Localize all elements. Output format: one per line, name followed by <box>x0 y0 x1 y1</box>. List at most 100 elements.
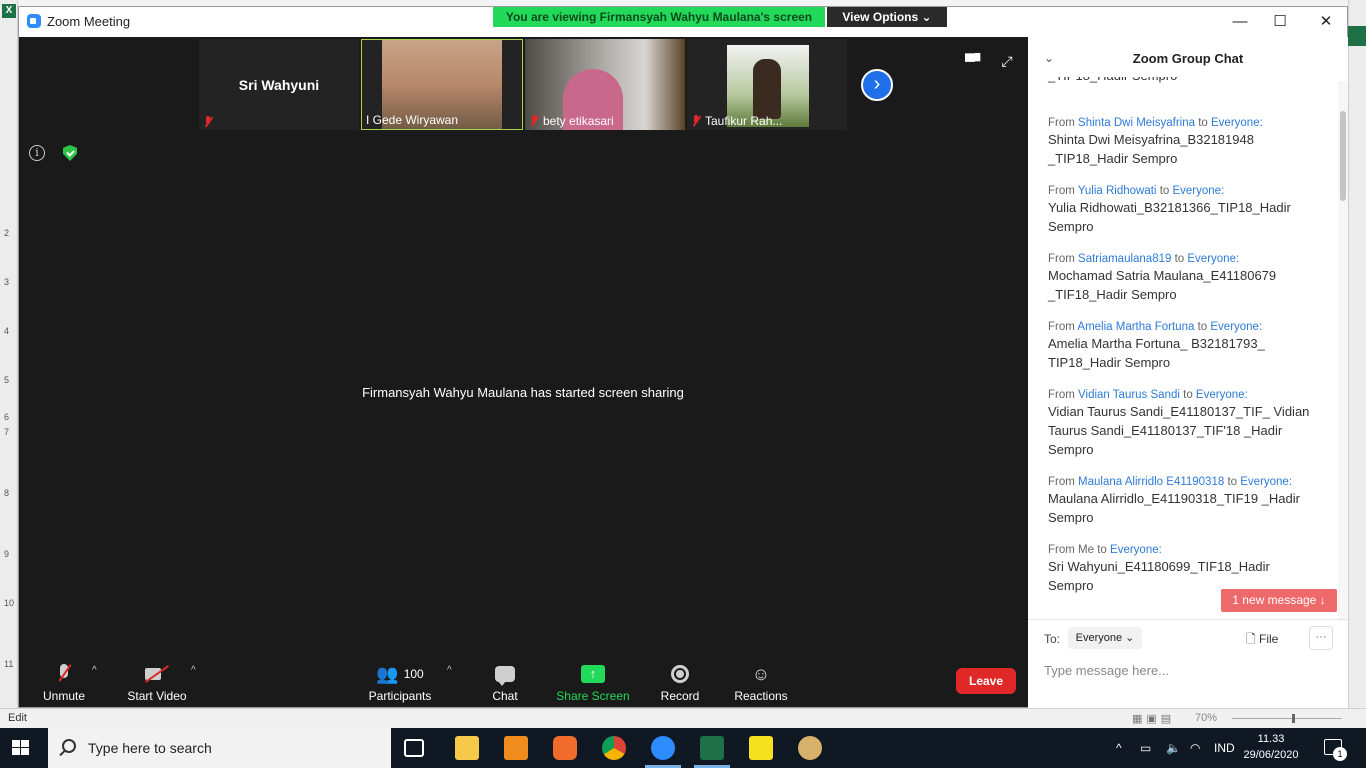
search-icon <box>62 739 76 753</box>
chat-button[interactable]: Chat <box>485 661 525 703</box>
chat-message: From Satriamaulana819 to Everyone: Mocham… <box>1048 253 1318 304</box>
video-tile[interactable]: Taufikur Rah... <box>687 39 847 130</box>
sublime-text-icon[interactable] <box>504 736 528 760</box>
excel-zoom-knob[interactable] <box>1292 714 1295 723</box>
video-tile[interactable]: Sri Wahyuni <box>199 39 359 130</box>
file-explorer-icon[interactable] <box>455 736 479 760</box>
start-video-label: Start Video <box>127 689 187 703</box>
chat-message-meta: From Vidian Taurus Sandi to Everyone: <box>1048 389 1318 401</box>
from-word: From <box>1048 544 1075 556</box>
chat-recipient: Everyone: <box>1195 389 1248 401</box>
excel-taskbar-icon[interactable] <box>700 736 724 760</box>
chevron-up-icon[interactable]: ^ <box>1116 741 1122 755</box>
video-tile[interactable]: bety etikasari <box>525 39 685 130</box>
sticky-notes-icon[interactable] <box>749 736 773 760</box>
wifi-icon[interactable]: ◠ <box>1190 741 1200 755</box>
participant-name: Sri Wahyuni <box>238 77 320 93</box>
muted-mic-icon <box>529 115 539 127</box>
new-message-indicator[interactable]: 1 new message ↓ <box>1221 589 1337 612</box>
new-message-label: 1 new message <box>1232 593 1317 607</box>
chat-sender[interactable]: Shinta Dwi Meisyafrina <box>1078 117 1195 129</box>
battery-icon[interactable]: ▭ <box>1140 741 1151 755</box>
taskbar-clock[interactable]: 11.33 29/06/2020 <box>1240 731 1302 763</box>
windows-start-button[interactable] <box>12 740 30 756</box>
file-label: File <box>1259 632 1279 646</box>
excel-view-buttons[interactable]: ▦▣▤ <box>1132 712 1175 725</box>
record-icon <box>671 665 689 683</box>
chat-message-input[interactable] <box>1044 660 1324 680</box>
xampp-icon[interactable] <box>553 736 577 760</box>
chat-sender[interactable]: Me <box>1078 544 1094 556</box>
chat-message-text: Yulia Ridhowati_B32181366_TIP18_Hadir Se… <box>1048 200 1291 234</box>
more-options-button[interactable]: ··· <box>1309 626 1333 650</box>
from-word: From <box>1048 321 1075 333</box>
share-screen-icon: ↑ <box>581 665 605 683</box>
paint-icon[interactable] <box>798 736 822 760</box>
chat-message-list[interactable]: _TIP18_Hadir Sempro From Shinta Dwi Meisy… <box>1028 77 1338 617</box>
minimize-button[interactable]: — <box>1225 11 1255 33</box>
chevron-down-icon: ⌄ <box>921 10 932 24</box>
chat-title: Zoom Group Chat <box>1132 51 1244 66</box>
share-screen-button[interactable]: ↑ Share Screen <box>553 661 633 703</box>
input-language[interactable]: IND <box>1214 741 1235 755</box>
file-icon: 🗋 <box>1246 632 1256 646</box>
taskbar-search-box[interactable]: Type here to search <box>48 728 391 768</box>
chat-sender[interactable]: Yulia Ridhowati <box>1078 185 1157 197</box>
chat-scrollbar[interactable] <box>1338 81 1348 621</box>
next-page-button[interactable]: › <box>861 69 893 101</box>
chat-label: Chat <box>492 689 518 703</box>
excel-zoom-slider[interactable] <box>1232 718 1342 719</box>
screen-share-status: Firmansyah Wahyu Maulana has started scr… <box>362 385 684 400</box>
to-label: To: <box>1044 632 1061 646</box>
audio-options-caret[interactable]: ^ <box>92 665 97 676</box>
to-word: to <box>1198 117 1208 129</box>
muted-mic-icon <box>203 116 213 128</box>
recipient-select[interactable]: Everyone ⌄ <box>1068 627 1142 649</box>
maximize-button[interactable]: ☐ <box>1265 11 1295 33</box>
group-chat-panel: ⌄ Zoom Group Chat _TIP18_Hadir Sempro Fro… <box>1028 37 1348 708</box>
file-button[interactable]: 🗋 File <box>1246 630 1278 651</box>
view-options-label: View Options <box>842 10 919 24</box>
chat-sender[interactable]: Maulana Alirridlo E41190318 <box>1078 476 1224 488</box>
task-view-icon[interactable] <box>404 739 424 757</box>
chrome-icon[interactable] <box>602 736 626 760</box>
excel-ribbon-edge <box>1348 26 1366 46</box>
video-tile-active-speaker[interactable]: I Gede Wiryawan <box>361 39 523 130</box>
row-number: 6 <box>4 412 10 422</box>
reactions-button[interactable]: ☺ Reactions <box>731 661 791 704</box>
unmute-label: Unmute <box>42 689 86 703</box>
participants-button[interactable]: 👥 100 Participants <box>365 661 435 704</box>
recipient-value: Everyone <box>1075 632 1123 644</box>
chat-message-text: Maulana Alirridlo_E41190318_TIF19 _Hadir… <box>1048 491 1300 525</box>
layout-toggle-icon[interactable]: ▀▘ <box>965 53 986 69</box>
from-word: From <box>1048 389 1075 401</box>
view-options-button[interactable]: View Options ⌄ <box>827 7 947 27</box>
row-number: 3 <box>4 277 10 287</box>
chat-sender[interactable]: Vidian Taurus Sandi <box>1078 389 1180 401</box>
sharing-banner: You are viewing Firmansyah Wahyu Maulana… <box>493 7 825 27</box>
info-icon[interactable]: i <box>29 145 45 161</box>
chat-scroll-thumb[interactable] <box>1340 111 1346 201</box>
chat-recipient: Everyone: <box>1172 185 1225 197</box>
fullscreen-icon[interactable]: ⤢ <box>999 53 1015 69</box>
start-video-button[interactable]: Start Video <box>123 661 191 703</box>
chat-sender[interactable]: Amelia Martha Fortuna <box>1077 321 1194 333</box>
chat-message-text: Amelia Martha Fortuna_ B32181793_ TIP18_… <box>1048 336 1265 370</box>
excel-mode-label: Edit <box>8 712 27 724</box>
unmute-button[interactable]: Unmute <box>39 661 89 703</box>
row-number: 7 <box>4 427 10 437</box>
zoom-taskbar-icon[interactable] <box>651 736 675 760</box>
participant-name: I Gede Wiryawan <box>366 113 459 127</box>
volume-icon[interactable]: 🔈 <box>1166 741 1181 755</box>
notification-badge: 1 <box>1333 747 1347 761</box>
leave-meeting-button[interactable]: Leave <box>956 668 1016 694</box>
video-options-caret[interactable]: ^ <box>191 665 196 676</box>
participants-options-caret[interactable]: ^ <box>447 665 452 676</box>
participant-name: Taufikur Rah... <box>705 114 783 128</box>
chat-recipient: Everyone: <box>1211 117 1263 129</box>
chat-message: From Shinta Dwi Meisyafrina to Everyone:… <box>1048 117 1318 168</box>
close-button[interactable]: ✕ <box>1311 11 1341 33</box>
chat-sender[interactable]: Satriamaulana819 <box>1078 253 1171 265</box>
security-shield-icon[interactable] <box>63 145 77 161</box>
record-button[interactable]: Record <box>655 661 705 703</box>
